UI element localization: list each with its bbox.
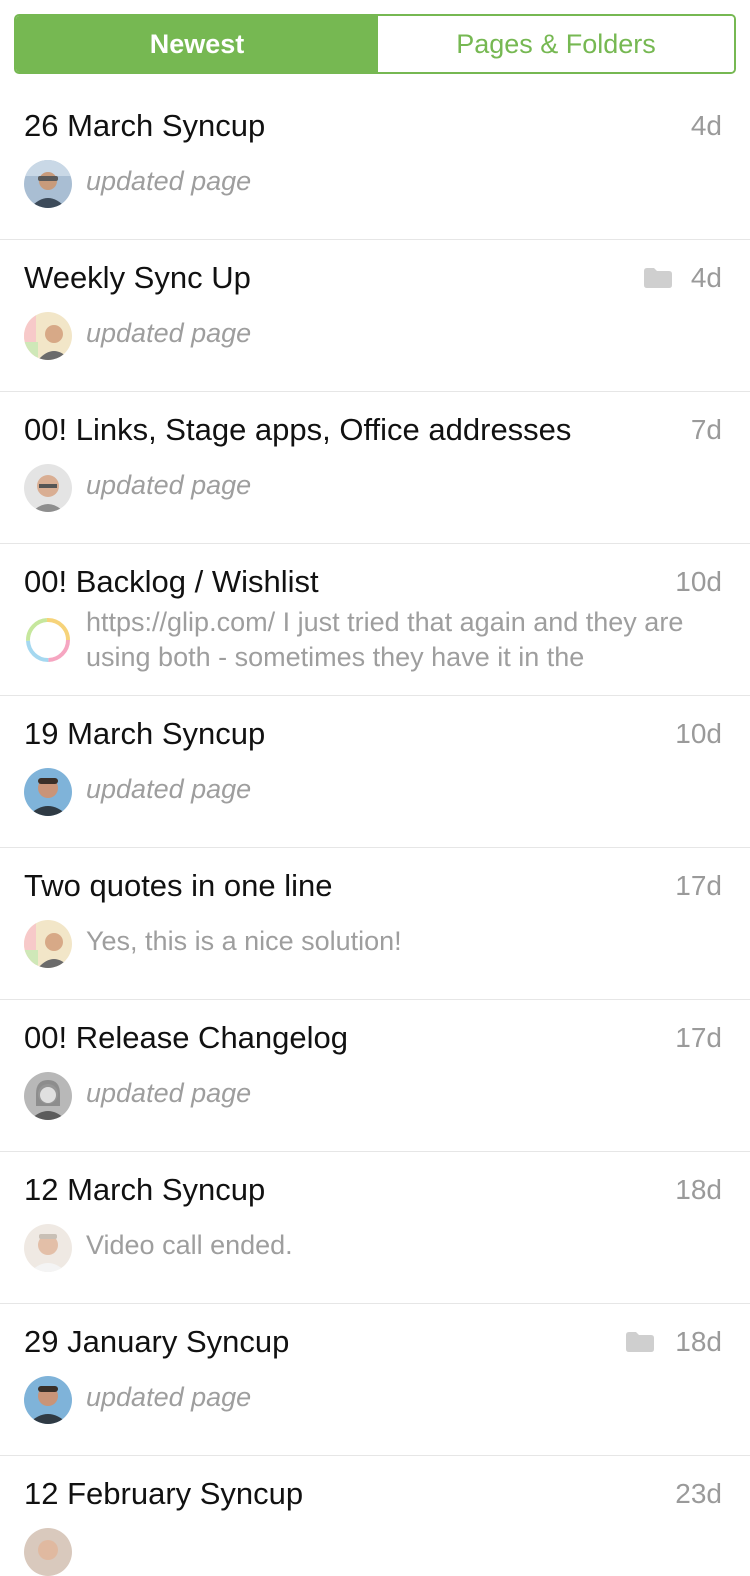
item-time: 23d <box>675 1478 722 1509</box>
list-item[interactable]: 00! Backlog / Wishlist 10d https://glip.… <box>0 544 750 696</box>
avatar <box>24 312 72 360</box>
list-item[interactable]: 12 March Syncup 18d Video call ended. <box>0 1152 750 1304</box>
item-preview: updated page <box>86 166 252 196</box>
list-item[interactable]: 26 March Syncup 4d updated page <box>0 88 750 240</box>
item-title: 00! Links, Stage apps, Office addresses <box>24 412 572 447</box>
item-title: 26 March Syncup <box>24 108 266 143</box>
item-title: 12 March Syncup <box>24 1172 266 1207</box>
avatar <box>24 768 72 816</box>
avatar <box>24 1528 72 1576</box>
item-preview: Video call ended. <box>86 1230 293 1260</box>
avatar <box>24 1224 72 1272</box>
item-time: 17d <box>675 870 722 901</box>
glip-logo-avatar <box>24 616 72 664</box>
tab-pages-folders[interactable]: Pages & Folders <box>378 16 734 72</box>
item-time: 10d <box>675 566 722 597</box>
item-time: 18d <box>675 1326 722 1357</box>
item-preview: updated page <box>86 470 252 500</box>
item-time: 7d <box>690 414 722 445</box>
item-preview: updated page <box>86 774 252 804</box>
item-time: 10d <box>675 718 722 749</box>
avatar <box>24 1376 72 1424</box>
item-preview: updated page <box>86 1382 252 1412</box>
avatar <box>24 1072 72 1120</box>
list-item[interactable]: 29 January Syncup 18d updated page <box>0 1304 750 1456</box>
item-preview: Yes, this is a nice solution! <box>86 926 402 956</box>
item-preview: updated page <box>86 1078 252 1108</box>
folder-icon <box>644 268 672 288</box>
view-tabs: Newest Pages & Folders <box>14 14 736 74</box>
item-title: 00! Backlog / Wishlist <box>24 564 319 599</box>
list-item[interactable]: 12 February Syncup 23d <box>0 1456 750 1576</box>
list-item[interactable]: 19 March Syncup 10d updated page <box>0 696 750 848</box>
list-item[interactable]: 00! Links, Stage apps, Office addresses … <box>0 392 750 544</box>
item-time: 17d <box>675 1022 722 1053</box>
item-time: 4d <box>690 262 722 293</box>
folder-icon <box>626 1332 654 1352</box>
list-item[interactable]: Weekly Sync Up 4d updated page <box>0 240 750 392</box>
item-title: 29 January Syncup <box>24 1324 290 1359</box>
item-preview: https://glip.com/ I just tried that agai… <box>86 607 684 672</box>
item-title: Two quotes in one line <box>24 868 333 903</box>
item-title: 19 March Syncup <box>24 716 266 751</box>
avatar <box>24 160 72 208</box>
item-time: 18d <box>675 1174 722 1205</box>
item-title: 00! Release Changelog <box>24 1020 349 1055</box>
item-preview: updated page <box>86 318 252 348</box>
list-item[interactable]: Two quotes in one line 17d Yes, this is … <box>0 848 750 1000</box>
item-title: Weekly Sync Up <box>24 260 251 295</box>
item-title: 12 February Syncup <box>24 1476 304 1511</box>
tab-newest[interactable]: Newest <box>16 16 378 72</box>
page-list: 26 March Syncup 4d updated page Weekly S… <box>0 88 750 1576</box>
item-time: 4d <box>690 110 722 141</box>
avatar <box>24 464 72 512</box>
avatar <box>24 920 72 968</box>
list-item[interactable]: 00! Release Changelog 17d updated page <box>0 1000 750 1152</box>
